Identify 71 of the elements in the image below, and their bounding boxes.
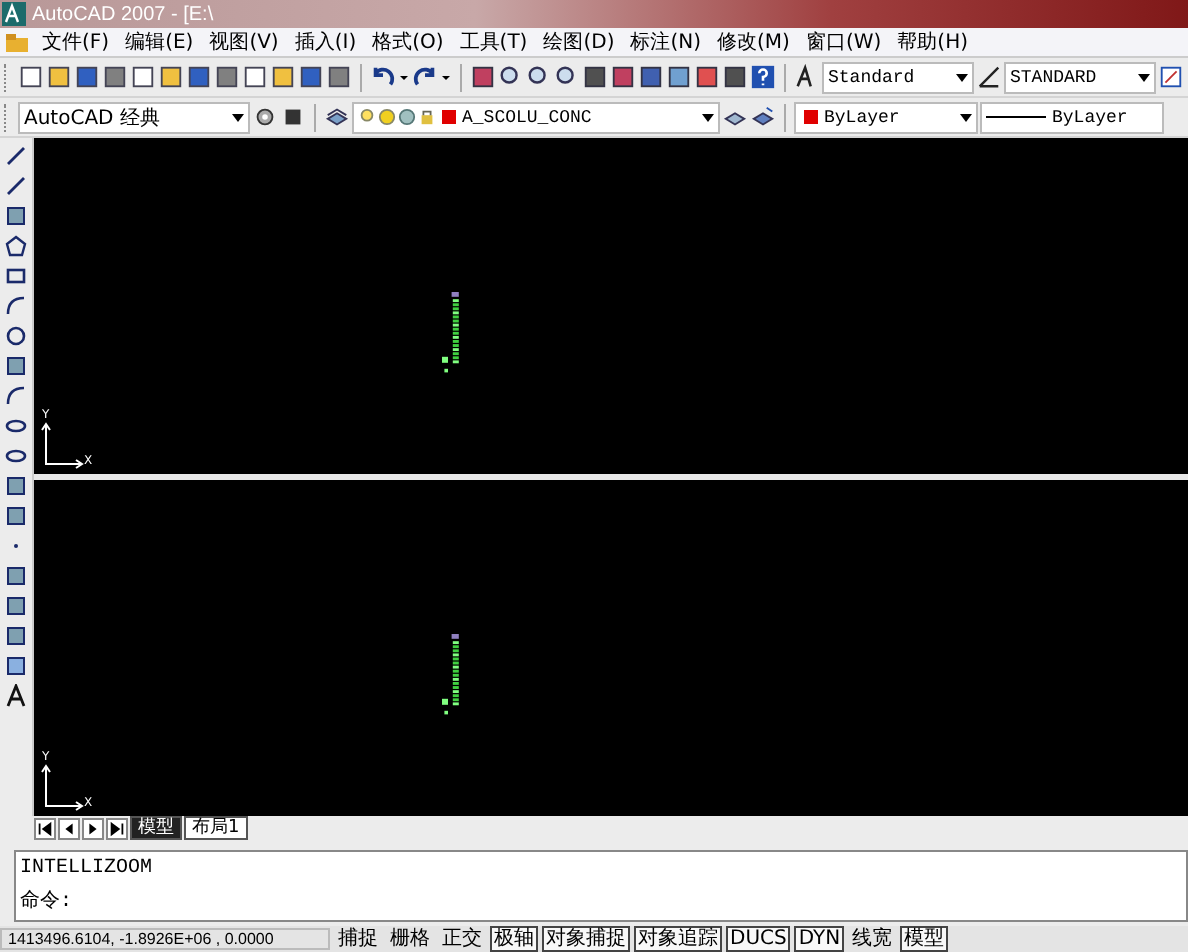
status-toggle[interactable]: DUCS: [726, 926, 791, 952]
multiline-text-icon[interactable]: [4, 684, 28, 708]
sun-icon: [378, 108, 396, 126]
command-history: INTELLIZOOM: [20, 856, 155, 882]
ellipse-arc-icon[interactable]: [4, 444, 28, 468]
next-tab-icon[interactable]: [82, 817, 104, 839]
line-icon[interactable]: [4, 144, 28, 168]
status-toggle[interactable]: 极轴: [490, 926, 538, 952]
caret-icon: [956, 71, 968, 83]
line-icon[interactable]: [4, 174, 28, 198]
first-tab-icon[interactable]: [34, 817, 56, 839]
menu-item[interactable]: 帮助(H): [889, 29, 976, 55]
layers-icon[interactable]: [324, 104, 350, 130]
rectangle-icon[interactable]: [4, 264, 28, 288]
polygon-icon[interactable]: [4, 234, 28, 258]
layer-color-swatch: [442, 110, 456, 124]
lightbulb-icon: [358, 108, 376, 126]
zoom-icon[interactable]: [498, 64, 524, 90]
layer-previous-icon[interactable]: [750, 104, 776, 130]
status-toggle[interactable]: 线宽: [848, 926, 897, 952]
menu-item[interactable]: 标注(N): [622, 29, 710, 55]
last-tab-icon[interactable]: [106, 817, 128, 839]
lock-icon: [418, 108, 436, 126]
dimension-style-icon[interactable]: [976, 64, 1002, 90]
status-toggle[interactable]: 模型: [900, 926, 949, 952]
menu-item[interactable]: 视图(V): [201, 29, 287, 55]
menu-item[interactable]: 插入(I): [286, 29, 365, 55]
layer-dropdown[interactable]: A_SCOLU_CONC: [352, 101, 720, 133]
menu-item[interactable]: 修改(M): [709, 29, 798, 55]
caret-icon: [232, 111, 244, 123]
menu-item[interactable]: 编辑(E): [117, 29, 202, 55]
zoom-icon[interactable]: [526, 64, 552, 90]
status-toggle[interactable]: 对象捕捉: [542, 926, 630, 952]
caret-icon: [702, 111, 714, 123]
caret-icon: [1138, 71, 1150, 83]
zoom-icon[interactable]: [554, 64, 580, 90]
workspace-dropdown[interactable]: AutoCAD 经典: [18, 101, 250, 133]
ellipse-icon[interactable]: [4, 414, 28, 438]
status-toggle[interactable]: 栅格: [386, 926, 434, 952]
color-dropdown[interactable]: ByLayer: [794, 101, 978, 133]
folder-icon: [6, 31, 28, 53]
dimension-style-dropdown[interactable]: STANDARD: [1004, 61, 1156, 93]
previous-tab-icon[interactable]: [58, 817, 80, 839]
color-swatch: [804, 110, 818, 124]
status-toggle[interactable]: 对象追踪: [634, 926, 722, 952]
menu-item[interactable]: 绘图(D): [535, 29, 623, 55]
text-style-dropdown[interactable]: Standard: [822, 61, 974, 93]
ucs-axes-icon: [40, 764, 84, 812]
redo-icon[interactable]: [412, 64, 438, 90]
menu-item[interactable]: 工具(T): [451, 29, 536, 55]
settings-icon[interactable]: [252, 104, 278, 130]
caret-icon: [960, 111, 972, 123]
menu-item[interactable]: 格式(O): [364, 29, 452, 55]
table-style-icon[interactable]: [1158, 64, 1184, 90]
help-icon[interactable]: [750, 64, 776, 90]
layout-tab[interactable]: 布局1: [184, 816, 248, 840]
circle-icon[interactable]: [4, 324, 28, 348]
status-toggle[interactable]: 正交: [438, 926, 486, 952]
status-toggle[interactable]: 捕捉: [334, 926, 382, 952]
spline-icon[interactable]: [4, 384, 28, 408]
coordinates-readout: 1413496.6104, -1.8926E+06 , 0.0000: [0, 928, 330, 950]
ucs-axes-icon: [40, 422, 84, 470]
window-title: AutoCAD 2007 - [E:\: [32, 3, 214, 25]
linetype-dropdown[interactable]: ByLayer: [980, 101, 1164, 133]
menu-item[interactable]: 窗口(W): [797, 29, 890, 55]
undo-icon[interactable]: [370, 64, 396, 90]
arc-icon[interactable]: [4, 294, 28, 318]
command-prompt[interactable]: 命令:: [20, 890, 1186, 916]
status-toggle[interactable]: DYN: [794, 926, 845, 952]
menu-item[interactable]: 文件(F): [34, 29, 118, 55]
layout-tab[interactable]: 模型: [130, 816, 182, 840]
